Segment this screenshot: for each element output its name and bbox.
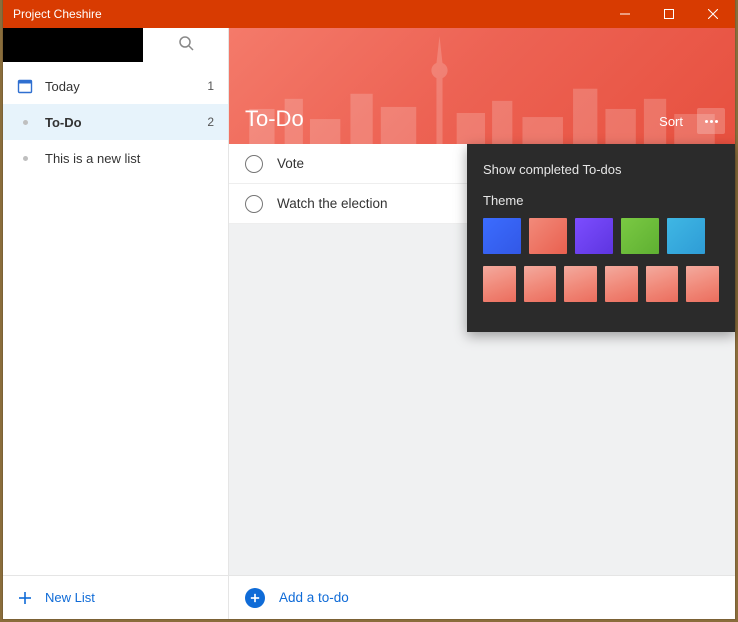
sidebar-item-count: 1: [207, 79, 214, 93]
plus-circle-icon: [245, 588, 265, 608]
bullet-icon: [15, 148, 35, 168]
sidebar-item-today[interactable]: Today 1: [3, 68, 228, 104]
theme-swatch-teal[interactable]: [667, 218, 705, 254]
app-window: Project Cheshire: [3, 0, 735, 619]
search-button[interactable]: [143, 35, 228, 56]
window-title: Project Cheshire: [13, 7, 603, 21]
sidebar-item-label: This is a new list: [45, 151, 214, 166]
theme-swatch-purple[interactable]: [575, 218, 613, 254]
list-header-actions: Sort: [653, 108, 725, 134]
account-region[interactable]: [3, 28, 143, 62]
add-todo-label: Add a to-do: [279, 590, 349, 605]
titlebar: Project Cheshire: [3, 0, 735, 28]
close-button[interactable]: [691, 0, 735, 28]
task-label: Watch the election: [277, 196, 388, 211]
sidebar-header: [3, 28, 228, 62]
sidebar-item-label: Today: [45, 79, 207, 94]
sidebar-item-label: To-Do: [45, 115, 207, 130]
maximize-button[interactable]: [647, 0, 691, 28]
add-todo-button[interactable]: Add a to-do: [229, 575, 735, 619]
theme-section-label: Theme: [483, 189, 719, 218]
list-title: To-Do: [245, 106, 304, 132]
theme-swatch-coral[interactable]: [529, 218, 567, 254]
theme-swatch-image-6[interactable]: [686, 266, 719, 302]
theme-image-row: [483, 266, 719, 302]
theme-color-row: [483, 218, 719, 254]
task-checkbox[interactable]: [245, 195, 263, 213]
sidebar-item-custom[interactable]: This is a new list: [3, 140, 228, 176]
theme-swatch-image-1[interactable]: [483, 266, 516, 302]
main-pane: To-Do Sort Vote Watch the election: [229, 28, 735, 619]
show-completed-menu-item[interactable]: Show completed To-dos: [483, 158, 719, 189]
theme-swatch-blue[interactable]: [483, 218, 521, 254]
plus-icon: [17, 590, 33, 606]
search-icon: [178, 35, 194, 56]
theme-swatch-image-3[interactable]: [564, 266, 597, 302]
sort-button[interactable]: Sort: [653, 110, 689, 133]
new-list-button[interactable]: New List: [3, 575, 228, 619]
task-label: Vote: [277, 156, 304, 171]
theme-swatch-image-5[interactable]: [646, 266, 679, 302]
more-button[interactable]: [697, 108, 725, 134]
bullet-icon: [15, 112, 35, 132]
theme-swatch-green[interactable]: [621, 218, 659, 254]
minimize-button[interactable]: [603, 0, 647, 28]
task-checkbox[interactable]: [245, 155, 263, 173]
list-options-popup: Show completed To-dos Theme: [467, 144, 735, 332]
sidebar-item-count: 2: [207, 115, 214, 129]
list-header: To-Do Sort: [229, 28, 735, 144]
sidebar-item-todo[interactable]: To-Do 2: [3, 104, 228, 140]
calendar-icon: [15, 76, 35, 96]
new-list-label: New List: [45, 590, 95, 605]
sidebar: Today 1 To-Do 2 This is a new list: [3, 28, 229, 619]
theme-swatch-image-2[interactable]: [524, 266, 557, 302]
app-body: Today 1 To-Do 2 This is a new list: [3, 28, 735, 619]
ellipsis-icon: [705, 120, 718, 123]
sidebar-lists: Today 1 To-Do 2 This is a new list: [3, 62, 228, 575]
theme-swatch-image-4[interactable]: [605, 266, 638, 302]
